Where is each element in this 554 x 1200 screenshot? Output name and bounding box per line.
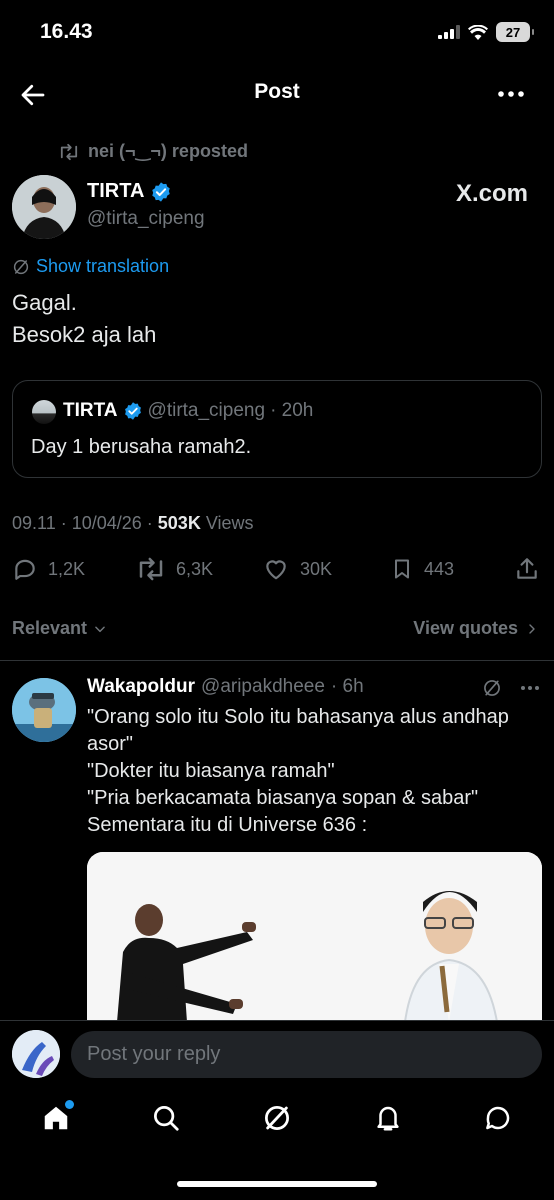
more-options-button[interactable]	[496, 84, 526, 104]
reply-age: · 6h	[330, 676, 364, 697]
page-title: Post	[254, 80, 300, 103]
quote-avatar	[32, 400, 56, 424]
quote-author-handle: @tirta_cipeng	[147, 400, 266, 421]
reply-count: 1,2K	[48, 558, 86, 579]
grok-icon[interactable]	[482, 678, 502, 698]
post-text: Gagal. Besok2 aja lah	[12, 290, 157, 347]
grok-icon	[265, 1106, 289, 1130]
reply-text: "Orang solo itu Solo itu bahasanya alus …	[87, 704, 547, 839]
reply-input[interactable]	[71, 1031, 542, 1078]
bookmark-button[interactable]: 443	[390, 556, 454, 582]
reply-line: "Dokter itu biasanya ramah"	[87, 760, 335, 782]
views-label: Views	[200, 513, 254, 533]
tab-search[interactable]	[146, 1098, 186, 1138]
reply-author-name[interactable]: Wakapoldur	[87, 676, 195, 698]
sort-relevant-dropdown[interactable]: Relevant	[12, 618, 107, 639]
like-icon	[266, 560, 286, 580]
share-icon	[517, 558, 537, 579]
tab-home[interactable]	[36, 1098, 76, 1138]
author-handle[interactable]: @tirta_cipeng	[87, 208, 205, 230]
author-avatar[interactable]	[12, 175, 76, 239]
bookmark-icon	[395, 559, 409, 579]
reply-line: Sementara itu di Universe 636 :	[87, 814, 368, 836]
more-icon	[498, 91, 524, 97]
current-user-avatar[interactable]	[12, 1030, 60, 1078]
reply-media-image[interactable]	[87, 852, 542, 1022]
more-icon[interactable]	[520, 685, 540, 691]
quote-age: · 20h	[270, 400, 314, 421]
quoted-post[interactable]: TIRTA @tirta_cipeng · 20h Day 1 berusaha…	[12, 380, 542, 478]
back-arrow-icon	[21, 84, 45, 106]
media-illustration	[87, 852, 542, 1022]
post-timestamp: 09.11 · 10/04/26 ·	[12, 513, 158, 533]
reply-avatar[interactable]	[12, 678, 76, 742]
post-meta: 09.11 · 10/04/26 · 503K Views	[12, 513, 254, 534]
divider	[0, 660, 554, 661]
home-indicator	[177, 1181, 377, 1187]
avatar-image	[12, 175, 76, 239]
views-count: 503K	[157, 513, 201, 533]
repost-count: 6,3K	[176, 558, 214, 579]
chevron-right-icon	[529, 623, 535, 634]
share-button[interactable]	[514, 556, 540, 582]
reply-line: "Pria berkacamata biasanya sopan & sabar…	[87, 787, 479, 809]
quote-text: Day 1 berusaha ramah2.	[31, 436, 252, 458]
tab-notifications[interactable]	[368, 1098, 408, 1138]
repost-context[interactable]: nei (¬‿¬) reposted	[58, 141, 248, 162]
messages-icon	[486, 1106, 510, 1130]
repost-icon	[60, 143, 78, 160]
quote-author-name: TIRTA	[63, 400, 118, 421]
status-icons: 27	[438, 22, 534, 42]
repost-icon	[139, 557, 163, 581]
like-count: 30K	[300, 558, 333, 579]
reply-tools	[482, 678, 540, 698]
notification-dot	[65, 1100, 74, 1109]
signal-icon	[438, 25, 460, 39]
chevron-down-icon	[95, 626, 105, 632]
author-name[interactable]: TIRTA	[87, 180, 172, 203]
verified-badge-icon	[152, 181, 171, 202]
reply-author-handle[interactable]: @aripakdheee	[201, 676, 325, 698]
bookmark-count: 443	[424, 558, 455, 579]
xcom-watermark: X.com	[455, 180, 528, 207]
wifi-icon	[468, 24, 488, 40]
battery-indicator: 27	[496, 22, 534, 42]
show-translation-link[interactable]: Show translation	[12, 256, 169, 277]
translate-icon	[13, 259, 29, 274]
reply-line: "Orang solo itu Solo itu bahasanya alus …	[87, 706, 509, 755]
avatar-image	[12, 678, 76, 742]
quote-header: TIRTA @tirta_cipeng · 20h	[63, 400, 313, 422]
repost-text: nei (¬‿¬) reposted	[88, 141, 248, 161]
reply-button[interactable]: 1,2K	[12, 556, 85, 582]
like-button[interactable]: 30K	[262, 556, 332, 582]
status-time: 16.43	[40, 20, 93, 43]
notifications-icon	[377, 1106, 399, 1131]
action-bar: 1,2K 6,3K 30K 443	[0, 556, 554, 588]
verified-badge-icon	[124, 402, 141, 420]
back-button[interactable]	[18, 80, 48, 110]
bottom-tab-bar	[0, 1098, 554, 1148]
search-icon	[154, 1106, 179, 1131]
tab-messages[interactable]	[478, 1098, 518, 1138]
avatar-image	[12, 1030, 60, 1078]
reply-header: Wakapoldur @aripakdheee · 6h	[87, 676, 364, 698]
view-quotes-link[interactable]: View quotes	[413, 618, 538, 639]
repost-button[interactable]: 6,3K	[136, 556, 213, 582]
tab-grok[interactable]	[257, 1098, 297, 1138]
reply-icon	[15, 559, 35, 580]
